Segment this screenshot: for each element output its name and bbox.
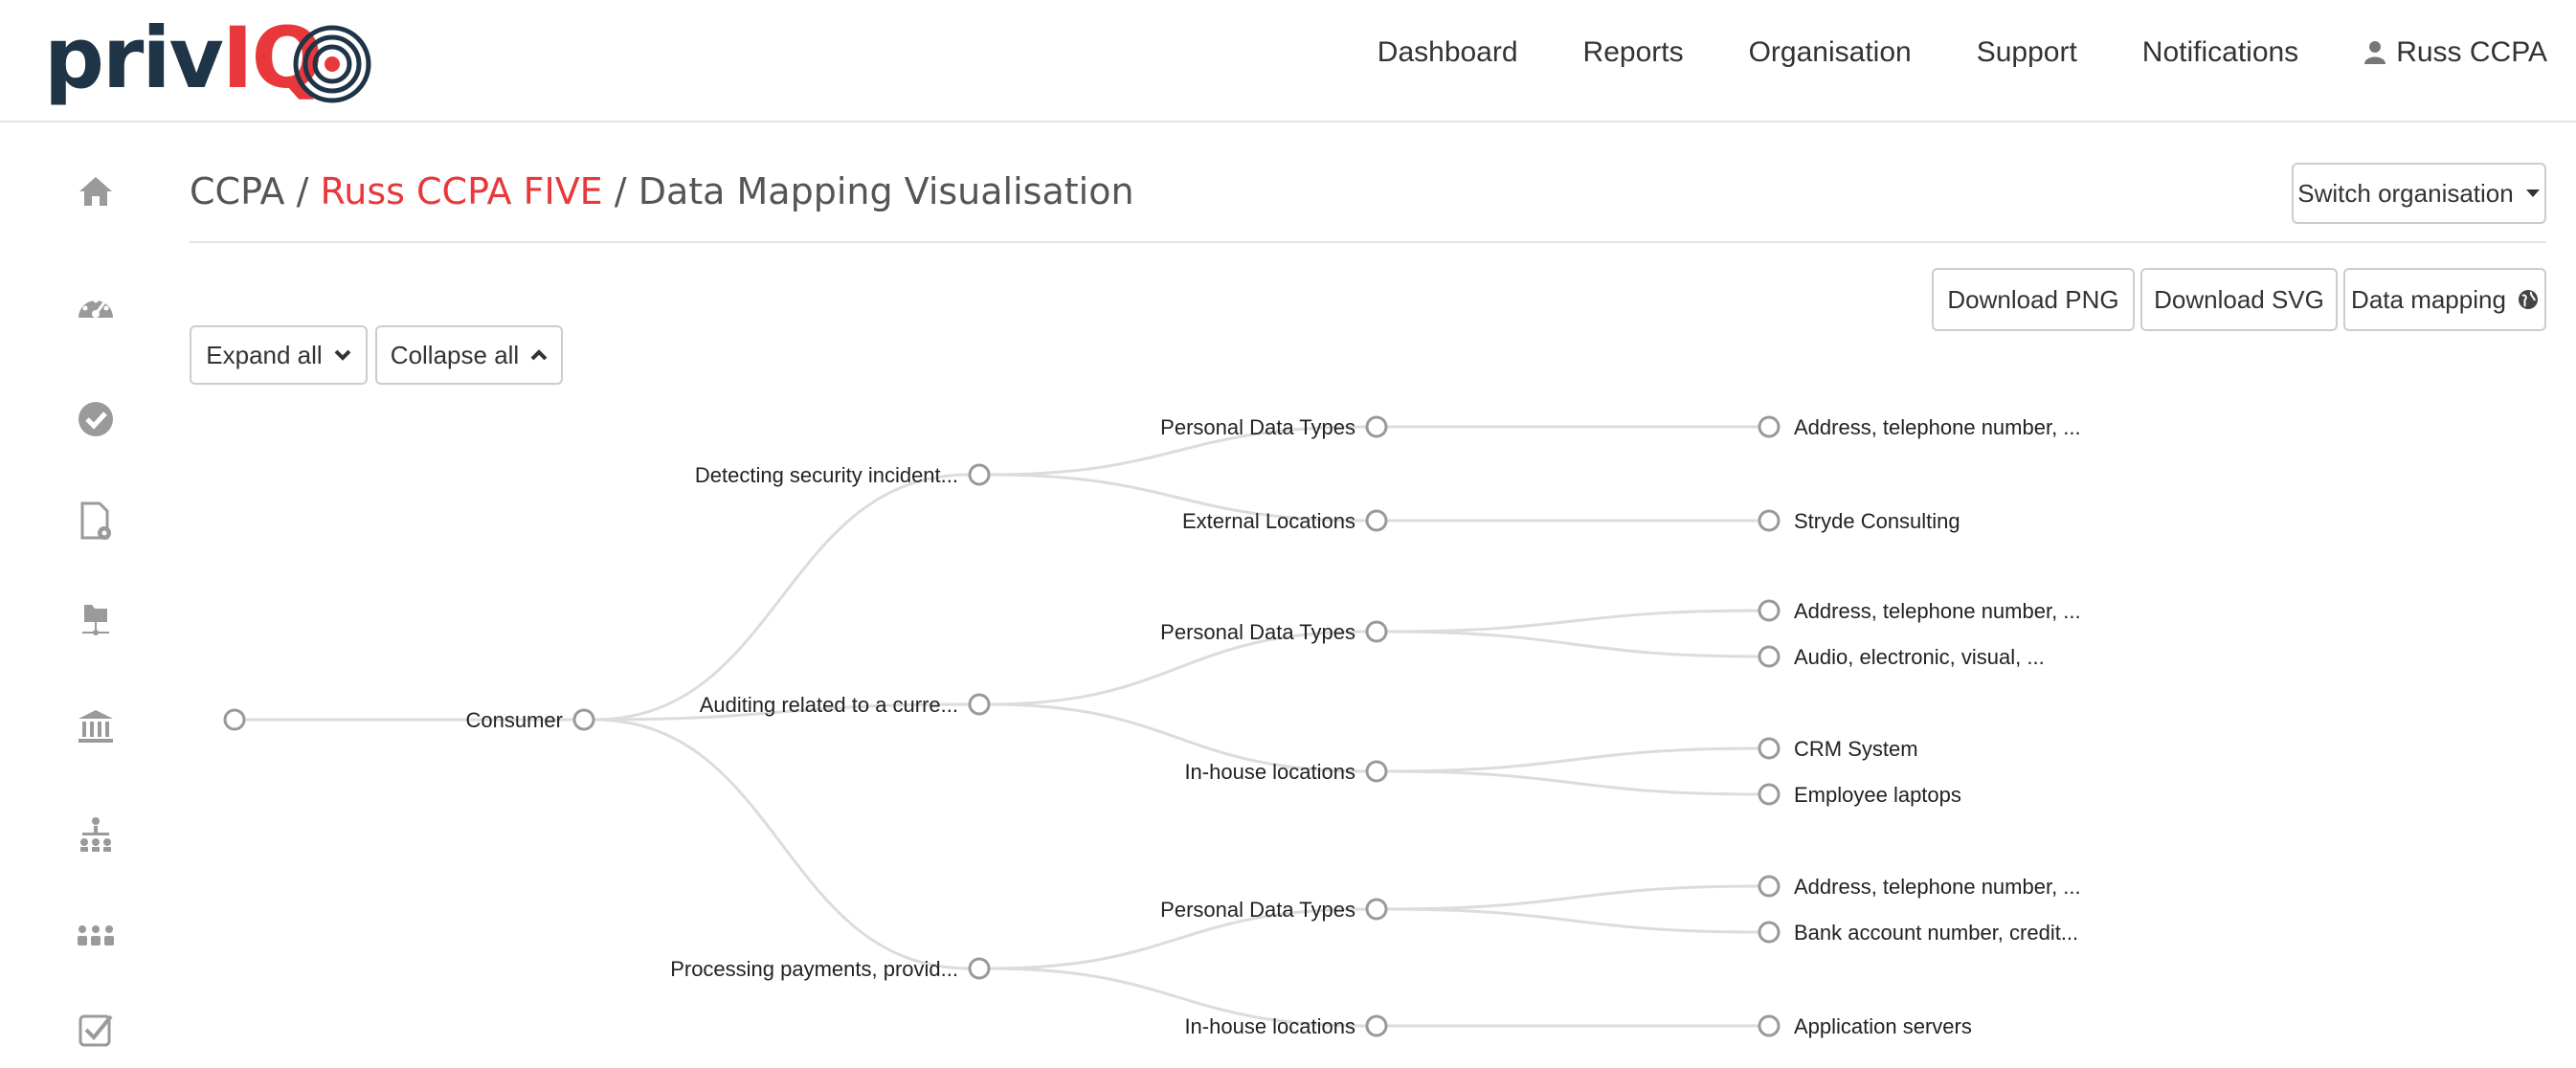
tree-node-label: CRM System — [1794, 737, 1918, 761]
tree-node-item[interactable]: Stryde Consulting — [1758, 509, 1960, 533]
tree-node-circle[interactable] — [1365, 898, 1388, 921]
tree-link — [1385, 630, 1760, 658]
tree-node-circle[interactable] — [968, 693, 991, 716]
tree-node-label: Personal Data Types — [1160, 415, 1355, 439]
tree-node-item[interactable]: Employee laptops — [1758, 783, 1961, 807]
tree-node-label: Personal Data Types — [1160, 898, 1355, 922]
tree-node-item[interactable]: Bank account number, credit... — [1758, 921, 2078, 945]
tree-node-label: Address, telephone number, ... — [1794, 415, 2081, 439]
tree-node-circle[interactable] — [1758, 509, 1781, 532]
tree-node-circle[interactable] — [1365, 509, 1388, 532]
tree-node-circle[interactable] — [1758, 783, 1781, 806]
tree-link — [1385, 907, 1760, 934]
tree-node-circle[interactable] — [1758, 415, 1781, 438]
tree-node-label: External Locations — [1182, 509, 1355, 533]
tree-node-label: Consumer — [466, 708, 563, 732]
tree-link — [593, 718, 971, 970]
tree-node-purpose[interactable]: Detecting security incident... — [695, 463, 991, 487]
tree-node-label: Detecting security incident... — [695, 463, 958, 487]
tree-node-item[interactable]: CRM System — [1758, 737, 1918, 761]
tree-node-purpose[interactable]: Auditing related to a curre... — [700, 693, 991, 717]
tree-node-circle[interactable] — [1365, 760, 1388, 783]
tree-link — [1385, 609, 1760, 634]
tree-node-item[interactable]: Address, telephone number, ... — [1758, 599, 2081, 623]
tree-node-label: Auditing related to a curre... — [700, 693, 958, 717]
tree-node-label: Stryde Consulting — [1794, 509, 1960, 533]
tree-node-circle[interactable] — [1758, 875, 1781, 898]
tree-node-label: Address, telephone number, ... — [1794, 599, 2081, 623]
tree-node-item[interactable]: Address, telephone number, ... — [1758, 415, 2081, 439]
tree-node-label: In-house locations — [1184, 760, 1355, 784]
tree-node-circle[interactable] — [572, 708, 595, 731]
tree-node-label: Bank account number, credit... — [1794, 921, 2078, 945]
data-mapping-tree: Consumer Detecting security incident... Pe… — [223, 415, 2081, 1038]
tree-node-circle[interactable] — [1365, 620, 1388, 643]
tree-node-label: Application servers — [1794, 1014, 1972, 1038]
tree-node-label: Audio, electronic, visual, ... — [1794, 645, 2045, 669]
tree-node-circle[interactable] — [1758, 921, 1781, 944]
tree-node-circle[interactable] — [223, 708, 246, 731]
tree-node-circle[interactable] — [968, 957, 991, 980]
tree-node-circle[interactable] — [1365, 415, 1388, 438]
tree-node-circle[interactable] — [1758, 599, 1781, 622]
tree-link — [1385, 884, 1760, 911]
tree-node-item[interactable]: Audio, electronic, visual, ... — [1758, 645, 2045, 669]
tree-node-group[interactable]: Personal Data Types — [1160, 620, 1388, 644]
tree-node-circle[interactable] — [1758, 645, 1781, 668]
tree-node-item[interactable]: Application servers — [1758, 1014, 1972, 1038]
tree-node-label: In-house locations — [1184, 1014, 1355, 1038]
tree-node-purpose[interactable]: Processing payments, provid... — [670, 957, 991, 981]
tree-link — [593, 473, 971, 722]
tree-root-node[interactable] — [223, 708, 246, 731]
tree-link — [1385, 769, 1760, 796]
tree-node-circle[interactable] — [968, 463, 991, 486]
tree-node-circle[interactable] — [1758, 1014, 1781, 1037]
tree-node-label: Address, telephone number, ... — [1794, 875, 2081, 899]
tree-node-circle[interactable] — [1758, 737, 1781, 760]
tree-node-consumer[interactable]: Consumer — [466, 708, 595, 732]
tree-node-group[interactable]: Personal Data Types — [1160, 898, 1388, 922]
tree-node-circle[interactable] — [1365, 1014, 1388, 1037]
tree-node-item[interactable]: Address, telephone number, ... — [1758, 875, 2081, 899]
tree-node-label: Employee laptops — [1794, 783, 1961, 807]
tree-node-label: Personal Data Types — [1160, 620, 1355, 644]
tree-link — [1385, 746, 1760, 773]
tree-node-group[interactable]: Personal Data Types — [1160, 415, 1388, 439]
tree-node-label: Processing payments, provid... — [670, 957, 958, 981]
